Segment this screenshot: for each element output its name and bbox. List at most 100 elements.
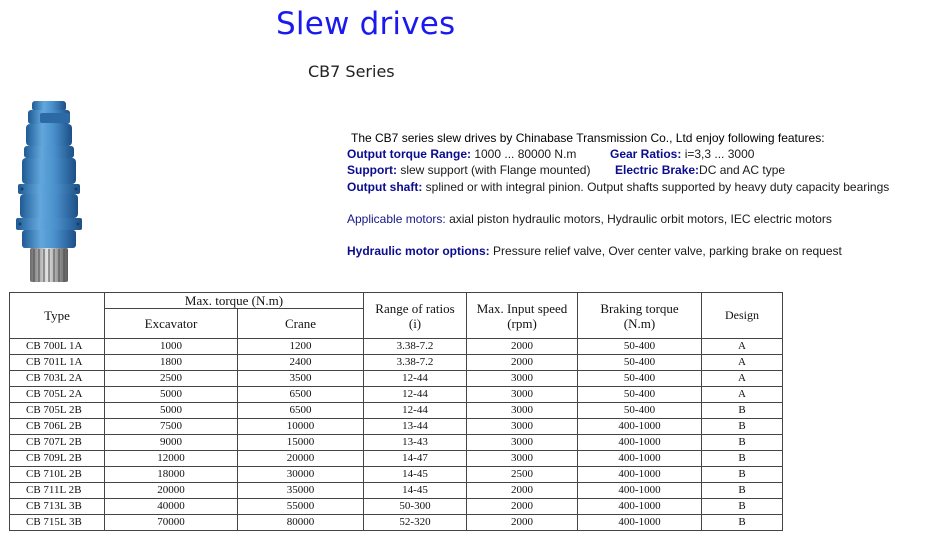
type-cell: CB 705L 2A [9,386,105,403]
specifications-table-body: CB 700L 1A 1000 1200 3.38-7.2 2000 50-400 A CB … [9,338,783,531]
type-cell: CB 700L 1A [9,338,105,355]
type-cell: CB 710L 2B [9,466,105,483]
gear-ratio-value: i=3,3 ... 3000 [684,147,755,161]
type-cell: CB 703L 2A [9,370,105,387]
header-excavator: Excavator [104,308,238,339]
crane-torque-cell: 3500 [237,370,364,387]
header-type: Type [9,292,105,339]
ratio-cell: 3.38-7.2 [363,354,467,371]
excavator-torque-cell: 5000 [104,402,238,419]
ratio-cell: 14-45 [363,466,467,483]
crane-torque-cell: 10000 [237,418,364,435]
crane-torque-cell: 2400 [237,354,364,371]
design-cell: B [701,434,783,451]
input-speed-cell: 3000 [466,434,578,451]
ratio-cell: 14-45 [363,482,467,499]
ratio-cell: 52-320 [363,514,467,531]
crane-torque-cell: 35000 [237,482,364,499]
input-speed-cell: 3000 [466,450,578,467]
crane-torque-cell: 55000 [237,498,364,515]
gear-ratio-line: Gear Ratios: i=3,3 ... 3000 [610,146,754,162]
ratio-cell: 12-44 [363,386,467,403]
input-speed-cell: 3000 [466,386,578,403]
excavator-torque-cell: 12000 [104,450,238,467]
input-speed-cell: 3000 [466,370,578,387]
type-cell: CB 701L 1A [9,354,105,371]
input-speed-cell: 2000 [466,514,578,531]
excavator-torque-cell: 7500 [104,418,238,435]
table-row: CB 705L 2B 5000 6500 12-44 3000 50-400 B [9,402,783,419]
table-row: CB 710L 2B 18000 30000 14-45 2500 400-1000 B [9,466,783,483]
braking-torque-cell: 400-1000 [577,466,702,483]
design-cell: A [701,370,783,387]
input-speed-cell: 2000 [466,482,578,499]
crane-torque-cell: 15000 [237,434,364,451]
header-design: Design [701,292,783,339]
table-row: CB 706L 2B 7500 10000 13-44 3000 400-1000 B [9,418,783,435]
table-row: CB 709L 2B 12000 20000 14-47 3000 400-1000 B [9,450,783,467]
design-cell: B [701,402,783,419]
header-crane: Crane [237,308,364,339]
design-cell: B [701,466,783,483]
type-cell: CB 713L 3B [9,498,105,515]
output-shaft-value: splined or with integral pinion. Output … [425,180,890,194]
table-row: CB 711L 2B 20000 35000 14-45 2000 400-1000 B [9,482,783,499]
input-speed-cell: 2500 [466,466,578,483]
braking-torque-cell: 50-400 [577,354,702,371]
table-row: CB 713L 3B 40000 55000 50-300 2000 400-1000 B [9,498,783,515]
type-cell: CB 705L 2B [9,402,105,419]
braking-torque-cell: 400-1000 [577,498,702,515]
support-value-b: Flange mounted) [499,163,591,177]
ratio-cell: 50-300 [363,498,467,515]
design-cell: B [701,418,783,435]
output-shaft-label: Output shaft: [347,180,423,194]
design-cell: B [701,482,783,499]
header-braking-torque: Braking torque (N.m) [577,292,702,339]
braking-torque-cell: 50-400 [577,402,702,419]
type-cell: CB 711L 2B [9,482,105,499]
hydraulic-options-line: Hydraulic motor options: Pressure relief… [347,243,842,259]
table-row: CB 705L 2A 5000 6500 12-44 3000 50-400 A [9,386,783,403]
specifications-table: Type Max. torque (N.m) Range of ratios (i… [9,292,783,531]
ratio-cell: 13-43 [363,434,467,451]
hydraulic-options-value: Pressure relief valve, Over center valve… [493,244,842,258]
crane-torque-cell: 1200 [237,338,364,355]
crane-torque-cell: 80000 [237,514,364,531]
type-cell: CB 709L 2B [9,450,105,467]
braking-torque-cell: 400-1000 [577,434,702,451]
header-range-of-ratios: Range of ratios (i) [363,292,467,339]
input-speed-cell: 2000 [466,338,578,355]
braking-torque-cell: 400-1000 [577,450,702,467]
input-speed-cell: 2000 [466,354,578,371]
excavator-torque-cell: 70000 [104,514,238,531]
crane-torque-cell: 6500 [237,402,364,419]
design-cell: B [701,450,783,467]
excavator-torque-cell: 9000 [104,434,238,451]
excavator-torque-cell: 1800 [104,354,238,371]
electric-brake-line: Electric Brake:DC and AC type [615,162,785,178]
ratio-cell: 3.38-7.2 [363,338,467,355]
hydraulic-options-label: Hydraulic motor options: [347,244,490,258]
excavator-torque-cell: 18000 [104,466,238,483]
excavator-torque-cell: 5000 [104,386,238,403]
support-line: Support: slew support (with Flange mount… [347,162,590,178]
header-max-torque: Max. torque (N.m) [104,292,364,309]
crane-torque-cell: 30000 [237,466,364,483]
type-cell: CB 715L 3B [9,514,105,531]
applicable-motors-value: axial piston hydraulic motors, Hydraulic… [449,212,832,226]
crane-torque-cell: 20000 [237,450,364,467]
table-row: CB 707L 2B 9000 15000 13-43 3000 400-1000 B [9,434,783,451]
gear-ratio-label: Gear Ratios: [610,147,682,161]
braking-torque-cell: 50-400 [577,386,702,403]
support-label: Support: [347,163,397,177]
torque-range-line: Output torque Range: 1000 ... 80000 N.m [347,146,576,162]
torque-range-label: Output torque Range: [347,147,471,161]
ratio-cell: 12-44 [363,402,467,419]
input-speed-cell: 3000 [466,402,578,419]
table-row: CB 715L 3B 70000 80000 52-320 2000 400-1000 B [9,514,783,531]
series-subtitle: CB7 Series [308,62,395,81]
excavator-torque-cell: 20000 [104,482,238,499]
excavator-torque-cell: 40000 [104,498,238,515]
table-row: CB 700L 1A 1000 1200 3.38-7.2 2000 50-400 A [9,338,783,355]
braking-torque-cell: 400-1000 [577,514,702,531]
